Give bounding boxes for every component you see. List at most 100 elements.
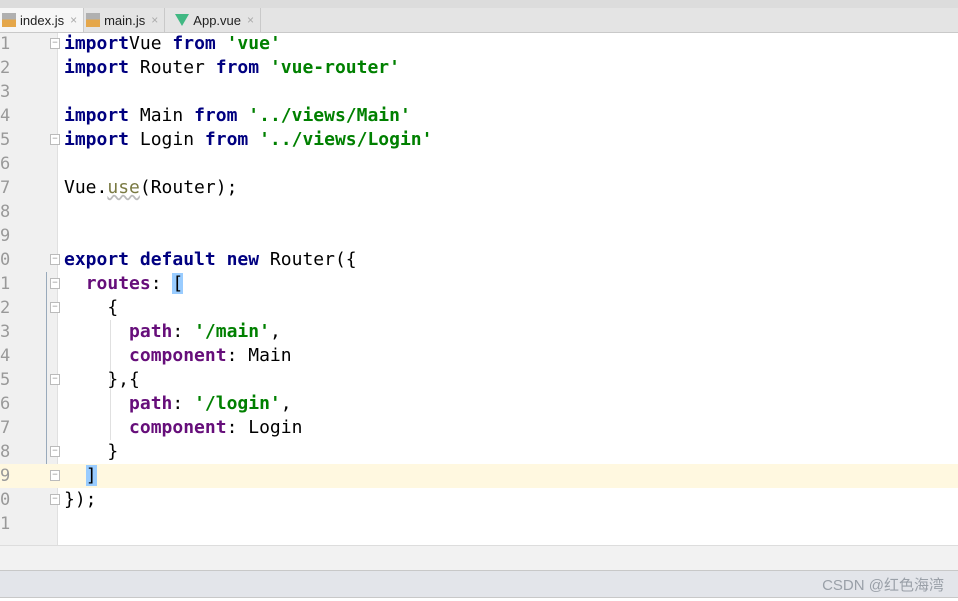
line-number: 0 (0, 490, 11, 510)
code-text: export default new Router({ (64, 248, 357, 272)
code-line[interactable]: 9 (0, 224, 958, 248)
code-token: import (64, 33, 130, 54)
code-text: path: '/main', (64, 320, 281, 344)
tab-label: App.vue (193, 12, 241, 28)
line-number: 0 (0, 250, 11, 270)
code-token: { (64, 297, 119, 318)
tab-index-js[interactable]: index.js × (0, 8, 85, 32)
line-number: 9 (0, 226, 11, 246)
fold-icon[interactable]: − (50, 254, 60, 265)
editor-tab-bar: index.js × main.js × App.vue × (0, 8, 958, 33)
code-token: '/login' (194, 393, 281, 414)
tab-App-vue[interactable]: App.vue × (165, 8, 262, 32)
code-line[interactable]: 6 (0, 152, 958, 176)
code-line[interactable]: 3 (0, 80, 958, 104)
code-line[interactable]: 5 − import Login from '../views/Login' (0, 128, 958, 152)
code-line[interactable]: 5 − },{ (0, 368, 958, 392)
line-number: 5 (0, 370, 11, 390)
code-text: component: Main (64, 344, 292, 368)
close-icon[interactable]: × (151, 13, 158, 27)
code-line[interactable]: 4 component: Main (0, 344, 958, 368)
code-line[interactable]: 8 (0, 200, 958, 224)
code-line[interactable]: 9 − ] (0, 464, 958, 488)
line-number: 8 (0, 442, 11, 462)
code-line[interactable]: 2 − { (0, 296, 958, 320)
code-line[interactable]: 3 path: '/main', (0, 320, 958, 344)
line-number: 3 (0, 82, 11, 102)
code-token: component (129, 417, 227, 438)
watermark: CSDN @红色海湾 (822, 577, 944, 594)
fold-icon[interactable]: − (50, 38, 60, 49)
code-token: , (280, 393, 292, 414)
line-number: 8 (0, 202, 11, 222)
vue-file-icon (175, 14, 190, 26)
code-line[interactable]: 7 Vue.use(Router); (0, 176, 958, 200)
code-token: Vue. (64, 177, 108, 198)
code-text: import Main from '../views/Main' (64, 104, 411, 128)
js-file-icon (2, 13, 16, 27)
code-line[interactable]: 0 − export default new Router({ (0, 248, 958, 272)
line-number: 1 (0, 34, 11, 54)
fold-icon[interactable]: − (50, 278, 60, 289)
tab-label: index.js (20, 12, 65, 28)
close-icon[interactable]: × (70, 13, 77, 27)
line-number: 1 (0, 514, 11, 534)
tab-main-js[interactable]: main.js × (84, 8, 166, 32)
fold-icon[interactable]: − (50, 470, 60, 481)
code-text: component: Login (64, 416, 302, 440)
code-token: from (194, 105, 238, 126)
code-line[interactable]: 7 component: Login (0, 416, 958, 440)
fold-icon[interactable]: − (50, 494, 60, 505)
code-token: import (64, 105, 130, 126)
code-token: [ (172, 273, 184, 294)
code-text: },{ (64, 368, 140, 392)
code-token: default (139, 249, 216, 270)
code-token: '/main' (194, 321, 270, 342)
code-line[interactable]: 0 −}); (0, 488, 958, 512)
code-line[interactable]: 2 import Router from 'vue-router' (0, 56, 958, 80)
code-text: routes: [ (64, 272, 184, 296)
code-token: } (64, 441, 119, 462)
line-number: 6 (0, 154, 11, 174)
line-number: 9 (0, 466, 11, 486)
line-number: 1 (0, 274, 11, 294)
editor-bottom-panel (0, 545, 958, 571)
code-token: from (204, 129, 249, 150)
code-token: Vue (129, 33, 173, 54)
code-token: (Router); (139, 177, 238, 198)
fold-icon[interactable]: − (50, 302, 60, 313)
code-token: use (107, 177, 140, 198)
code-line[interactable]: 4 import Main from '../views/Main' (0, 104, 958, 128)
code-line[interactable]: 1 − routes: [ (0, 272, 958, 296)
code-token: : Login (226, 417, 303, 438)
fold-icon[interactable]: − (50, 134, 60, 145)
code-token: 'vue-router' (269, 57, 400, 78)
code-token: 'vue' (226, 33, 281, 54)
code-text: Vue.use(Router); (64, 176, 237, 200)
code-line[interactable]: 1 − importVue from 'vue' (0, 32, 958, 56)
code-text: import Router from 'vue-router' (64, 56, 400, 80)
code-line[interactable]: 1 (0, 512, 958, 536)
code-editor[interactable]: 1− importVue from 'vue' 2 import Router fro… (0, 32, 958, 545)
code-token: component (129, 345, 227, 366)
line-number: 5 (0, 130, 11, 150)
code-line[interactable]: 8 − } (0, 440, 958, 464)
code-token: path (129, 321, 173, 342)
code-line[interactable]: 6 path: '/login', (0, 392, 958, 416)
close-icon[interactable]: × (247, 13, 254, 27)
code-token: from (215, 57, 260, 78)
code-token: : (172, 321, 195, 342)
fold-icon[interactable]: − (50, 374, 60, 385)
code-token: import (64, 57, 130, 78)
fold-icon[interactable]: − (50, 446, 60, 457)
line-number: 7 (0, 418, 11, 438)
code-text: path: '/login', (64, 392, 292, 416)
status-bar: CSDN @红色海湾 (0, 570, 958, 598)
